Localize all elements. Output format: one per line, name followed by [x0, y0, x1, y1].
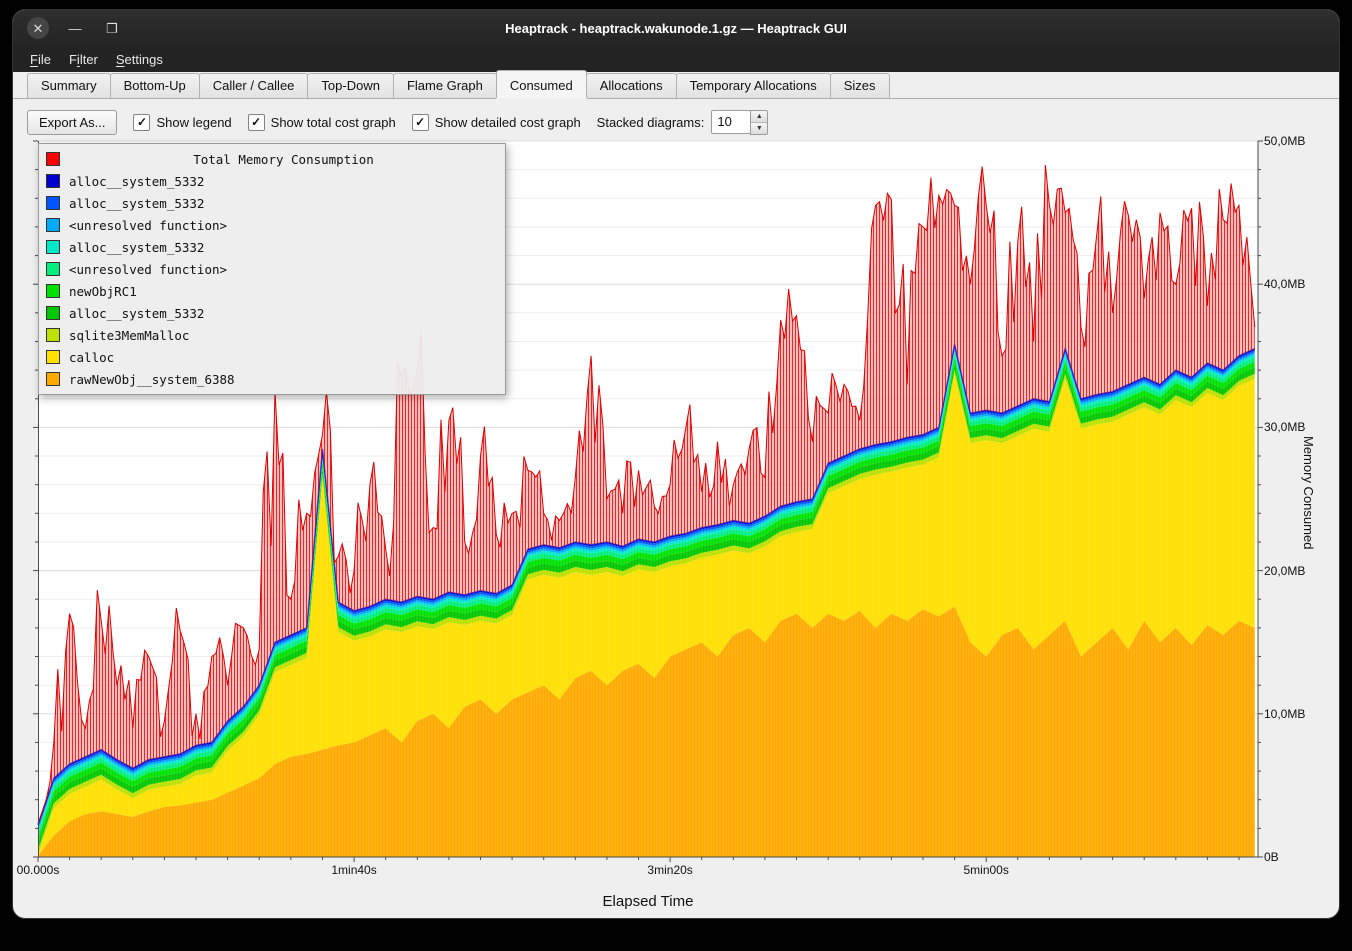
minimize-button[interactable]: —	[64, 17, 86, 39]
tab-summary[interactable]: Summary	[27, 73, 111, 98]
y-axis-title: Memory Consumed	[1301, 436, 1316, 549]
menubar: FileFilterSettings	[13, 46, 1339, 72]
checkbox-show-detailed-cost-graph[interactable]: ✓ Show detailed cost graph	[412, 114, 581, 131]
export-as-button[interactable]: Export As...	[27, 110, 117, 135]
tab-temporary-allocations[interactable]: Temporary Allocations	[676, 73, 831, 98]
legend-swatch	[46, 262, 60, 276]
checkbox-box[interactable]: ✓	[412, 114, 429, 131]
legend-swatch	[46, 350, 60, 364]
checkbox-label: Show detailed cost graph	[435, 115, 581, 130]
x-tick-label: 00.000s	[17, 863, 60, 877]
x-tick-label: 5min00s	[963, 863, 1008, 877]
titlebar: ✕ — ❒ Heaptrack - heaptrack.wakunode.1.g…	[13, 10, 1339, 46]
maximize-button[interactable]: ❒	[101, 17, 123, 39]
window-title: Heaptrack - heaptrack.wakunode.1.gz — He…	[13, 21, 1339, 36]
tab-sizes[interactable]: Sizes	[830, 73, 890, 98]
checkbox-box[interactable]: ✓	[248, 114, 265, 131]
legend-label: alloc__system_5332	[69, 196, 204, 211]
tab-bottom-up[interactable]: Bottom-Up	[110, 73, 200, 98]
x-axis-title: Elapsed Time	[38, 893, 1258, 910]
legend-item: alloc__system_5332	[46, 302, 498, 324]
legend-label: newObjRC1	[69, 284, 137, 299]
x-tick-label: 3min20s	[647, 863, 692, 877]
y-tick-label: 40,0MB	[1264, 277, 1305, 291]
y-tick-label: 20,0MB	[1264, 564, 1305, 578]
tab-consumed[interactable]: Consumed	[496, 70, 587, 98]
legend-item: alloc__system_5332	[46, 170, 498, 192]
memory-chart: Total Memory Consumption alloc__system_5…	[13, 141, 1339, 918]
tab-top-down[interactable]: Top-Down	[307, 73, 394, 98]
toolbar: Export As... ✓ Show legend ✓ Show total cos…	[27, 106, 768, 138]
legend-title-row: Total Memory Consumption	[46, 148, 498, 170]
legend-swatch	[46, 218, 60, 232]
legend-swatch	[46, 174, 60, 188]
legend-swatch	[46, 284, 60, 298]
tab-bar: SummaryBottom-UpCaller / CalleeTop-DownF…	[13, 71, 1339, 99]
spin-down-button[interactable]: ▼	[751, 122, 767, 134]
tab-allocations[interactable]: Allocations	[586, 73, 677, 98]
checkbox-group: ✓ Show legend ✓ Show total cost graph ✓ Show …	[133, 114, 580, 131]
checkbox-label: Show total cost graph	[271, 115, 396, 130]
y-tick-label: 0B	[1264, 850, 1279, 864]
legend-label: alloc__system_5332	[69, 240, 204, 255]
tab-caller-callee[interactable]: Caller / Callee	[199, 73, 309, 98]
legend-title: Total Memory Consumption	[69, 152, 498, 167]
spinner-arrows: ▲ ▼	[750, 110, 768, 135]
app-window: ✕ — ❒ Heaptrack - heaptrack.wakunode.1.g…	[13, 10, 1339, 918]
tab-flame-graph[interactable]: Flame Graph	[393, 73, 497, 98]
legend-label: alloc__system_5332	[69, 306, 204, 321]
checkbox-show-total-cost-graph[interactable]: ✓ Show total cost graph	[248, 114, 396, 131]
x-tick-label: 1min40s	[331, 863, 376, 877]
close-button[interactable]: ✕	[27, 17, 49, 39]
legend-label: sqlite3MemMalloc	[69, 328, 189, 343]
spin-up-button[interactable]: ▲	[751, 111, 767, 122]
legend-item: <unresolved function>	[46, 258, 498, 280]
checkbox-box[interactable]: ✓	[133, 114, 150, 131]
chart-legend: Total Memory Consumption alloc__system_5…	[38, 143, 506, 395]
legend-swatch	[46, 328, 60, 342]
stacked-diagrams-label: Stacked diagrams:	[597, 115, 705, 130]
menu-item-filter[interactable]: Filter	[60, 49, 107, 70]
y-tick-label: 50,0MB	[1264, 134, 1305, 148]
legend-label: alloc__system_5332	[69, 174, 204, 189]
legend-swatch	[46, 372, 60, 386]
legend-label: <unresolved function>	[69, 218, 227, 233]
legend-label: rawNewObj__system_6388	[69, 372, 235, 387]
legend-item: alloc__system_5332	[46, 192, 498, 214]
stacked-diagrams-control: Stacked diagrams: ▲ ▼	[597, 110, 769, 135]
y-tick-label: 10,0MB	[1264, 707, 1305, 721]
checkbox-show-legend[interactable]: ✓ Show legend	[133, 114, 231, 131]
menu-item-settings[interactable]: Settings	[107, 49, 172, 70]
window-controls: ✕ — ❒	[27, 10, 123, 46]
legend-swatch-total	[46, 152, 60, 166]
y-tick-label: 30,0MB	[1264, 420, 1305, 434]
legend-item: rawNewObj__system_6388	[46, 368, 498, 390]
legend-item: newObjRC1	[46, 280, 498, 302]
legend-item: calloc	[46, 346, 498, 368]
legend-item: alloc__system_5332	[46, 236, 498, 258]
legend-swatch	[46, 240, 60, 254]
legend-item: sqlite3MemMalloc	[46, 324, 498, 346]
legend-swatch	[46, 306, 60, 320]
legend-label: calloc	[69, 350, 114, 365]
checkbox-label: Show legend	[156, 115, 231, 130]
legend-item: <unresolved function>	[46, 214, 498, 236]
legend-label: <unresolved function>	[69, 262, 227, 277]
stacked-diagrams-input[interactable]	[711, 110, 750, 134]
legend-swatch	[46, 196, 60, 210]
menu-item-file[interactable]: File	[21, 49, 60, 70]
